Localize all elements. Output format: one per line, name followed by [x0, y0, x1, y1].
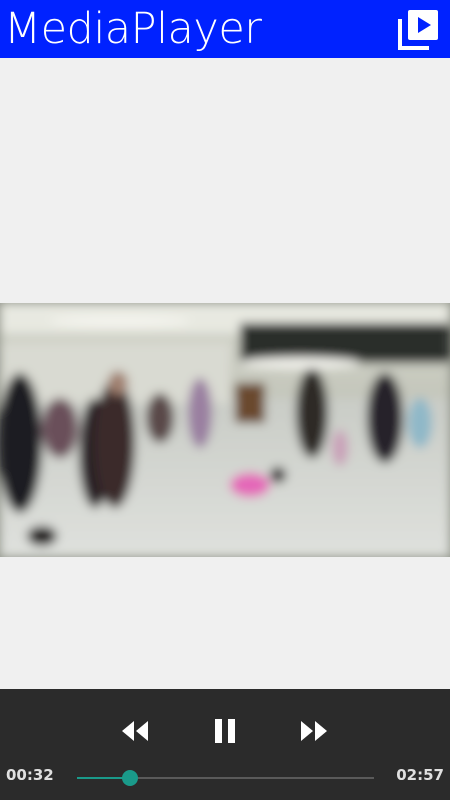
fast-forward-button[interactable] [292, 713, 336, 749]
total-time: 02:57 [396, 766, 444, 784]
playback-controls: 00:32 02:57 [0, 689, 450, 800]
pause-icon [215, 719, 235, 743]
rewind-icon [122, 721, 148, 741]
video-player[interactable] [0, 303, 450, 557]
playlist-play-icon [398, 10, 438, 50]
seek-bar-thumb[interactable] [122, 770, 139, 786]
app-bar: MediaPlayer [0, 0, 450, 58]
seek-bar[interactable] [77, 770, 374, 786]
pause-button[interactable] [203, 713, 247, 749]
playlist-button[interactable] [394, 4, 444, 54]
fast-forward-icon [301, 721, 327, 741]
current-time: 00:32 [6, 766, 54, 784]
video-frame [0, 303, 450, 557]
rewind-button[interactable] [113, 713, 157, 749]
app-title: MediaPlayer [4, 4, 262, 54]
